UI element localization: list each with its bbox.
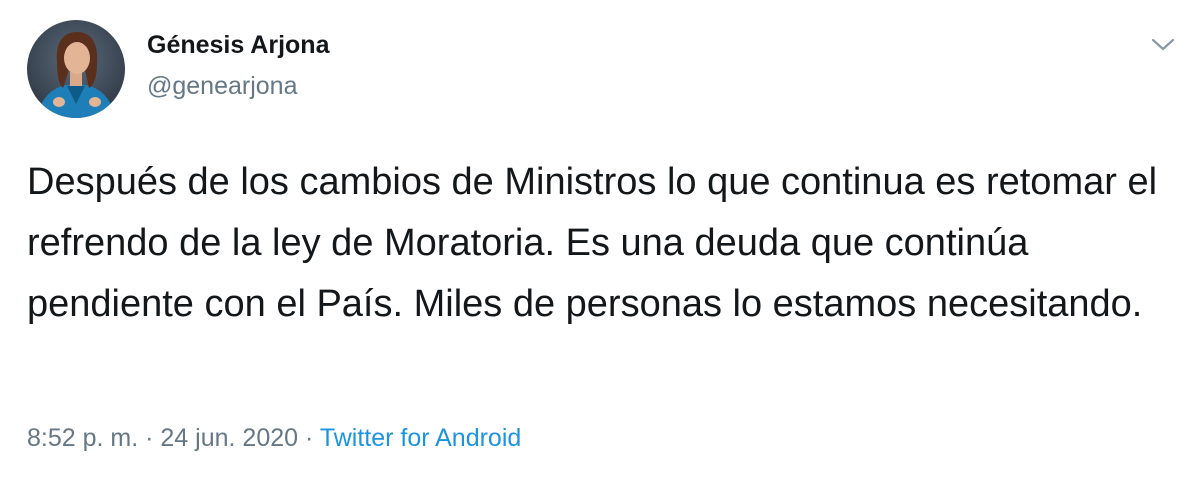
tweet-text: Después de los cambios de Ministros lo q…: [27, 161, 1158, 325]
author-display-name[interactable]: Génesis Arjona: [147, 31, 329, 60]
tweet-options-button[interactable]: [1148, 34, 1178, 56]
meta-separator: ·: [145, 424, 154, 452]
chevron-down-icon: [1151, 38, 1175, 51]
meta-separator: ·: [304, 424, 314, 452]
tweet-time[interactable]: 8:52 p. m.: [27, 424, 138, 452]
author-handle[interactable]: @genearjona: [147, 72, 298, 101]
tweet-card: Génesis Arjona @genearjona Después de lo…: [0, 0, 1200, 487]
tweet-source-link[interactable]: Twitter for Android: [320, 424, 521, 452]
avatar[interactable]: [27, 20, 125, 118]
tweet-metadata: 8:52 p. m. · 24 jun. 2020 · Twitter for …: [27, 424, 521, 453]
profile-photo-icon: [27, 20, 125, 118]
tweet-date[interactable]: 24 jun. 2020: [160, 424, 298, 452]
